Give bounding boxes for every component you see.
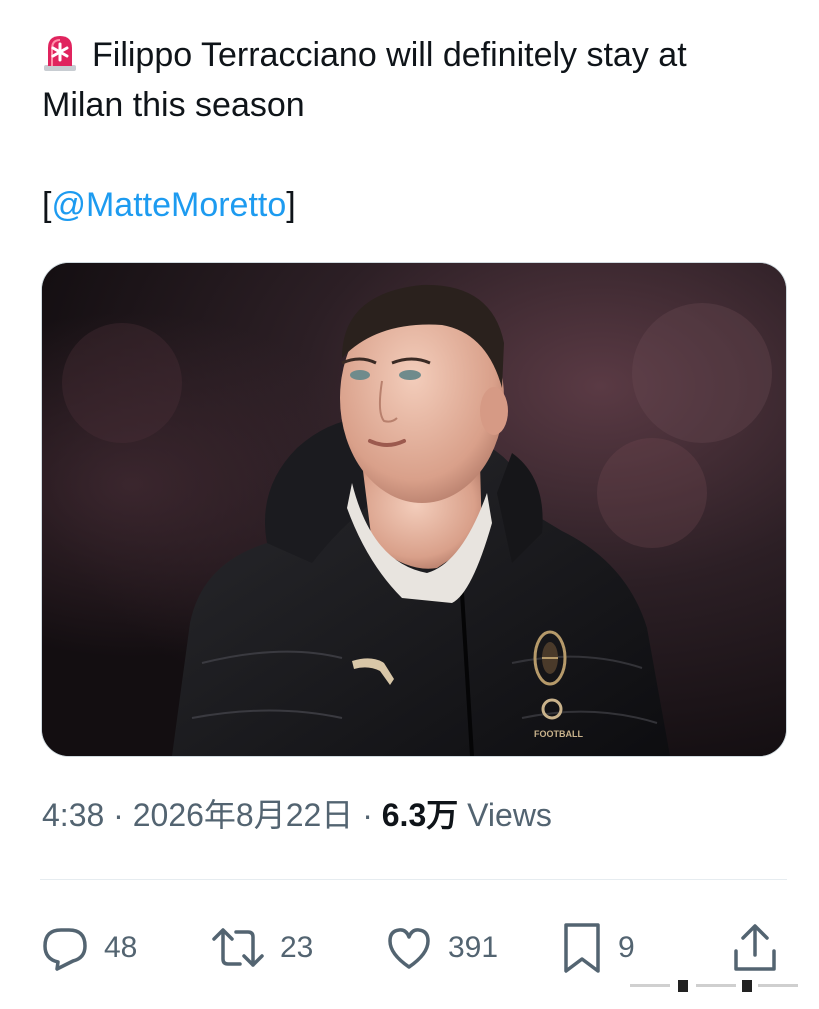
share-button[interactable] (730, 918, 780, 978)
views-count: 6.3万 (381, 797, 459, 833)
heart-icon (384, 923, 434, 973)
reply-icon (40, 923, 90, 973)
source-mention: [@MatteMoretto] (42, 180, 296, 230)
share-icon (730, 921, 780, 975)
mention-close-bracket: ] (286, 186, 296, 224)
jacket-logo-text: FOOTBALL (534, 729, 583, 739)
divider (40, 879, 787, 880)
tweet-headline-line2: Milan this season (42, 86, 305, 124)
bookmark-count: 9 (618, 931, 635, 964)
mention-link[interactable]: @MatteMoretto (51, 186, 286, 224)
reply-count: 48 (104, 931, 138, 964)
like-count: 391 (448, 931, 499, 964)
tweet-text: Filippo Terracciano will definitely stay… (42, 30, 802, 130)
views-label: Views (467, 797, 552, 833)
retweet-count: 23 (280, 931, 314, 964)
meta-separator: · (353, 797, 382, 833)
tweet-date[interactable]: 2026年8月22日 (133, 797, 354, 833)
tweet-headline-line1: Filippo Terracciano will definitely stay… (92, 36, 687, 74)
meta-separator: · (104, 797, 133, 833)
watermark-marks (630, 979, 800, 992)
tweet-photo[interactable]: FOOTBALL (41, 262, 787, 757)
retweet-icon (210, 923, 266, 973)
tweet-time[interactable]: 4:38 (42, 797, 104, 833)
like-button[interactable]: 391 (384, 918, 498, 978)
reply-button[interactable]: 48 (40, 918, 137, 978)
bookmark-icon (560, 921, 604, 975)
retweet-button[interactable]: 23 (210, 918, 313, 978)
rotating-light-icon (42, 32, 78, 72)
tweet-meta: 4:38 · 2026年8月22日 · 6.3万 Views (42, 790, 552, 840)
bookmark-button[interactable]: 9 (560, 918, 635, 978)
action-bar: 48 23 391 9 (40, 918, 785, 978)
